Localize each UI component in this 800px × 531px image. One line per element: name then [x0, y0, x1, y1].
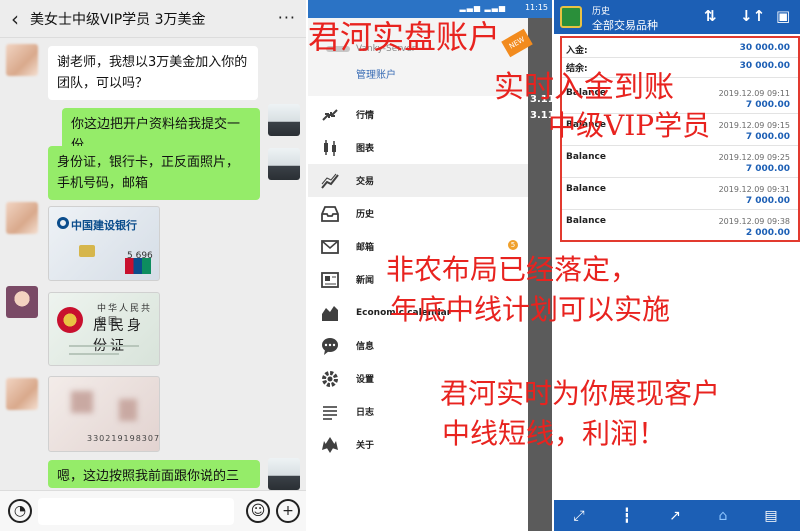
- news-icon: [321, 271, 339, 289]
- card-chip-icon: [79, 245, 95, 257]
- avatar[interactable]: [268, 148, 300, 180]
- promo-line-1: 君河实盘账户: [308, 18, 501, 56]
- id-number: 330219198307277233: [87, 434, 160, 443]
- calendar-icon[interactable]: ▣: [776, 7, 790, 25]
- divider: [69, 345, 139, 347]
- menu-item-history[interactable]: 历史: [308, 197, 528, 230]
- promo-line-3: 中级VIP学员: [548, 109, 711, 142]
- promo-line-7: 中线短线，利润！: [442, 417, 667, 450]
- chart-icon: [321, 139, 339, 157]
- trade-icon[interactable]: ↗: [666, 507, 684, 525]
- message-bubble: 嗯，这边按照我前面跟你说的三部: [48, 460, 260, 488]
- sort-icon[interactable]: ↓↑: [740, 7, 765, 25]
- symbol-filter[interactable]: 全部交易品种: [592, 17, 658, 33]
- ccb-logo-icon: [57, 217, 69, 229]
- quotes-icon: [321, 106, 339, 124]
- plus-icon[interactable]: +: [276, 499, 300, 523]
- message-bubble: 身份证，银行卡，正反面照片，手机号码，邮箱: [48, 146, 260, 200]
- avatar[interactable]: [6, 202, 38, 234]
- history-row[interactable]: Balance 2019.12.09 09:31 7 000.00: [562, 178, 798, 210]
- journal-icon: [321, 403, 339, 421]
- national-emblem-icon: [57, 307, 83, 333]
- avatar[interactable]: [268, 458, 300, 490]
- promo-line-2: 实时入金到账: [494, 70, 674, 105]
- menu-item-trade[interactable]: 交易: [308, 164, 528, 197]
- news-icon[interactable]: ▤: [762, 507, 780, 525]
- avatar[interactable]: [6, 378, 38, 410]
- avatar[interactable]: [268, 104, 300, 136]
- avatar[interactable]: [6, 44, 38, 76]
- signal-icon: ▂▃▅ ▂▃▅: [459, 3, 506, 12]
- history-icon: [321, 205, 339, 223]
- about-icon: [321, 436, 339, 454]
- voice-icon[interactable]: ◔: [8, 499, 32, 523]
- chat-input-bar: ◔ ☺ +: [0, 490, 306, 531]
- chat-header: ‹ 美女士中级VIP学员 3万美金 ···: [0, 0, 306, 38]
- deposit-row: 入金: 30 000.00: [562, 38, 798, 58]
- calendar-icon: [321, 304, 339, 322]
- blurred-photo: [71, 391, 93, 413]
- id-card-title: 居民身份证: [93, 318, 144, 354]
- history-row[interactable]: Balance 2019.12.09 09:25 7 000.00: [562, 146, 798, 178]
- emoji-icon[interactable]: ☺: [246, 499, 270, 523]
- bank-card-photo[interactable]: 中国建设银行 5 696: [48, 206, 160, 281]
- mail-icon: [321, 238, 339, 256]
- history-topbar: 历史 全部交易品种 ⇅ ↓↑ ▣: [554, 0, 800, 34]
- more-dots-icon[interactable]: ···: [278, 8, 296, 27]
- promo-line-4: 非农布局已经落定，: [386, 253, 639, 286]
- currency-exchange-icon[interactable]: ⇅: [704, 7, 717, 25]
- chevron-left-icon[interactable]: ‹: [0, 7, 30, 31]
- avatar[interactable]: [6, 286, 38, 318]
- message-bubble: 谢老师，我想以3万美金加入你的团队，可以吗？: [48, 46, 258, 100]
- menu-item-chat[interactable]: 信息: [308, 329, 528, 362]
- chat-panel: ‹ 美女士中级VIP学员 3万美金 ··· 谢老师，我想以3万美金加入你的团队，…: [0, 0, 306, 531]
- manage-accounts-link[interactable]: 管理账户: [356, 66, 396, 81]
- trade-icon: [321, 172, 339, 190]
- settings-icon: [321, 370, 339, 388]
- menu-item-chart[interactable]: 图表: [308, 131, 528, 164]
- message-input[interactable]: [38, 498, 234, 525]
- history-row[interactable]: Balance 2019.12.09 09:38 2 000.00: [562, 210, 798, 240]
- history-icon[interactable]: ⌂: [714, 507, 732, 525]
- id-card-back-photo[interactable]: 330219198307277233: [48, 376, 160, 452]
- id-card-front-photo[interactable]: 中华人民共和国 居民身份证: [48, 292, 160, 366]
- page-title: 历史: [592, 7, 611, 17]
- chart-icon[interactable]: ┇: [618, 507, 636, 525]
- unionpay-logo-icon: [125, 258, 151, 274]
- divider: [69, 353, 119, 355]
- chat-icon: [321, 337, 339, 355]
- quotes-icon[interactable]: ⤢: [570, 507, 588, 525]
- app-logo-icon[interactable]: [560, 6, 582, 28]
- bottom-tab-bar: ⤢ ┇ ↗ ⌂ ▤: [554, 500, 800, 531]
- promo-line-6: 君河实时为你展现客户: [440, 377, 721, 410]
- promo-line-5: 年底中线计划可以实施: [390, 293, 671, 326]
- status-time: 11:15: [524, 3, 548, 12]
- bank-name: 中国建设银行: [71, 219, 137, 232]
- chat-title: 美女士中级VIP学员 3万美金: [30, 11, 206, 28]
- blurred-photo: [119, 399, 137, 421]
